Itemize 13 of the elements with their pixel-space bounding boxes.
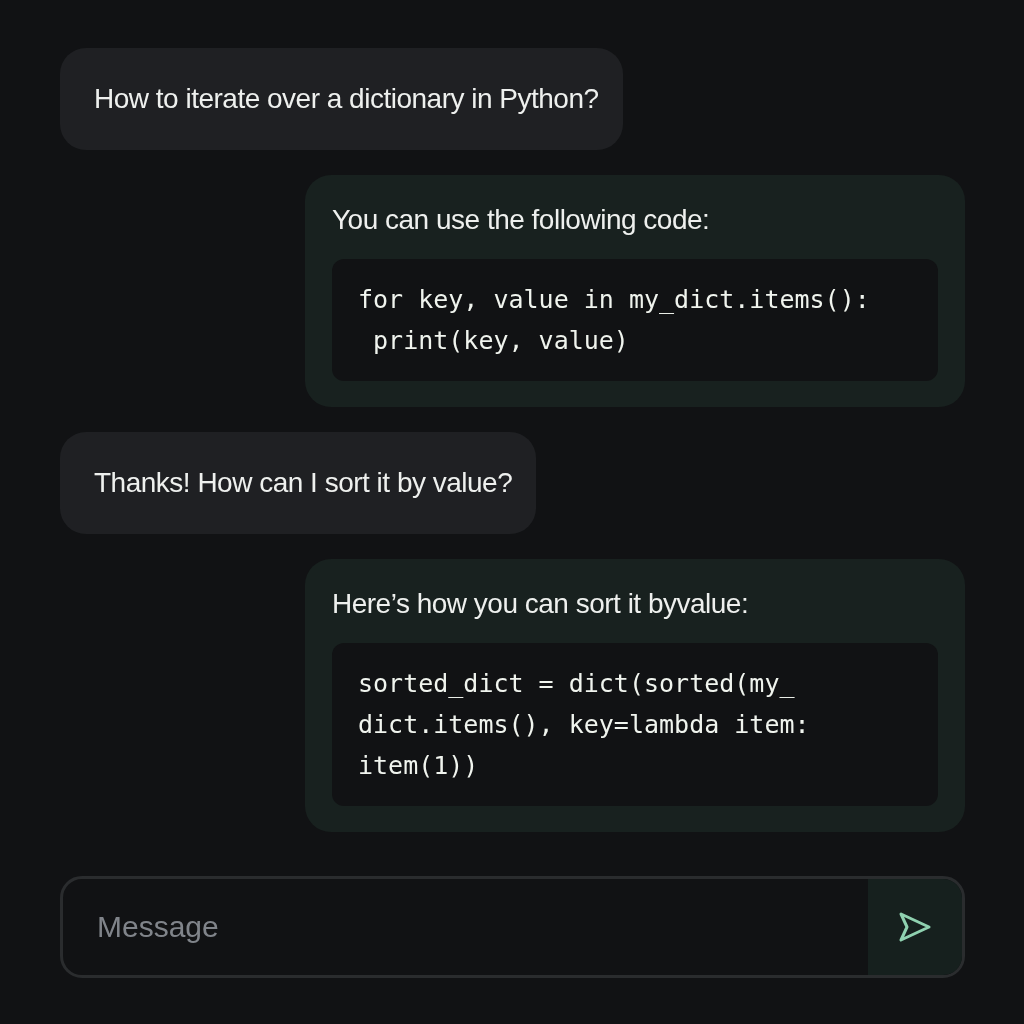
code-line: item(1))	[358, 750, 480, 782]
code-line: dict.items(), key=lambda item:	[358, 709, 811, 741]
reply-text: Here’s how you can sort it byvalue:	[332, 587, 750, 621]
code-line: sorted_dict = dict(sorted(my_	[358, 668, 796, 700]
message-field[interactable]: Message	[63, 879, 868, 975]
user-message: Thanks! How can I sort it by value?	[60, 432, 537, 534]
send-icon	[898, 911, 932, 943]
code-line: print(key, value)	[372, 325, 630, 357]
code-line: for key, value in my_dict.items():	[358, 284, 871, 316]
reply-text: You can use the following code:	[332, 203, 711, 237]
user-message: How to iterate over a dictionary in Python?	[60, 48, 623, 150]
send-button[interactable]	[868, 879, 962, 975]
message-bar[interactable]: Message	[60, 876, 965, 978]
